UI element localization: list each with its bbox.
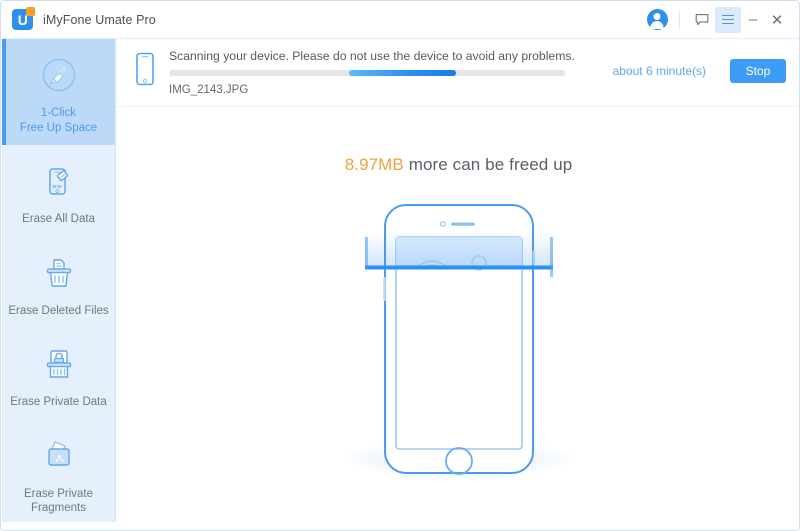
- folder-app-fragments-icon: [39, 431, 79, 481]
- shredder-lock-icon: [39, 339, 79, 389]
- sidebar-navigation: 1-Click Free Up Space Erase All Data Era…: [2, 39, 116, 522]
- current-file-label: IMG_2143.JPG: [169, 84, 249, 96]
- freed-size-value: 8.97MB: [344, 155, 404, 174]
- feedback-message-icon: [695, 13, 709, 25]
- sidebar-item-erase-all-data[interactable]: Erase All Data: [2, 145, 115, 237]
- main-content: Scanning your device. Please do not use …: [117, 39, 799, 522]
- feedback-button[interactable]: [689, 7, 715, 33]
- app-logo-icon: U: [12, 7, 35, 30]
- scan-progress-fill: [349, 70, 457, 76]
- app-logo-corner-accent: [26, 7, 35, 16]
- minimize-button[interactable]: –: [741, 7, 765, 33]
- iphone-scanning-illustration: [309, 191, 609, 491]
- scan-message: Scanning your device. Please do not use …: [169, 49, 575, 63]
- menu-button[interactable]: [715, 6, 741, 33]
- sidebar-item-erase-private-fragments[interactable]: Erase Private Fragments: [2, 420, 115, 526]
- sidebar-item-label: Erase Private Fragments: [23, 487, 94, 515]
- scan-status-panel: Scanning your device. Please do not use …: [117, 39, 799, 107]
- eta-label: about 6 minute(s): [612, 63, 706, 78]
- title-bar: U iMyFone Umate Pro – ✕: [1, 1, 799, 39]
- app-title: iMyFone Umate Pro: [43, 12, 156, 27]
- sidebar-item-one-click-free-up-space[interactable]: 1-Click Free Up Space: [2, 39, 115, 145]
- freed-size-suffix: more can be freed up: [403, 155, 573, 174]
- user-avatar-icon: [646, 9, 668, 30]
- sidebar-item-label: Erase All Data: [22, 213, 95, 225]
- mobile-phone-icon: [134, 52, 156, 91]
- phone-eraser-icon: [39, 156, 79, 206]
- stop-button[interactable]: Stop: [730, 58, 786, 83]
- sidebar-item-erase-private-data[interactable]: Erase Private Data: [2, 328, 115, 420]
- hamburger-menu-icon: [722, 14, 734, 25]
- broom-circle-icon: [39, 50, 79, 100]
- sidebar-item-label: 1-Click Free Up Space: [19, 107, 98, 134]
- titlebar-divider: [679, 9, 680, 30]
- account-button[interactable]: [644, 7, 670, 33]
- freed-space-headline: 8.97MB more can be freed up: [117, 155, 799, 175]
- scan-status-text-group: Scanning your device. Please do not use …: [169, 49, 607, 96]
- title-bar-controls: – ✕: [644, 1, 799, 39]
- close-button[interactable]: ✕: [765, 7, 789, 33]
- application-window: U iMyFone Umate Pro – ✕ 1-Click Free Up …: [0, 0, 800, 531]
- sidebar-item-erase-deleted-files[interactable]: Erase Deleted Files: [2, 237, 115, 329]
- trash-document-icon: [39, 248, 79, 298]
- sidebar-item-label: Erase Private Data: [10, 396, 107, 408]
- sidebar-item-label: Erase Deleted Files: [8, 304, 109, 317]
- scan-progress-bar: [169, 70, 565, 76]
